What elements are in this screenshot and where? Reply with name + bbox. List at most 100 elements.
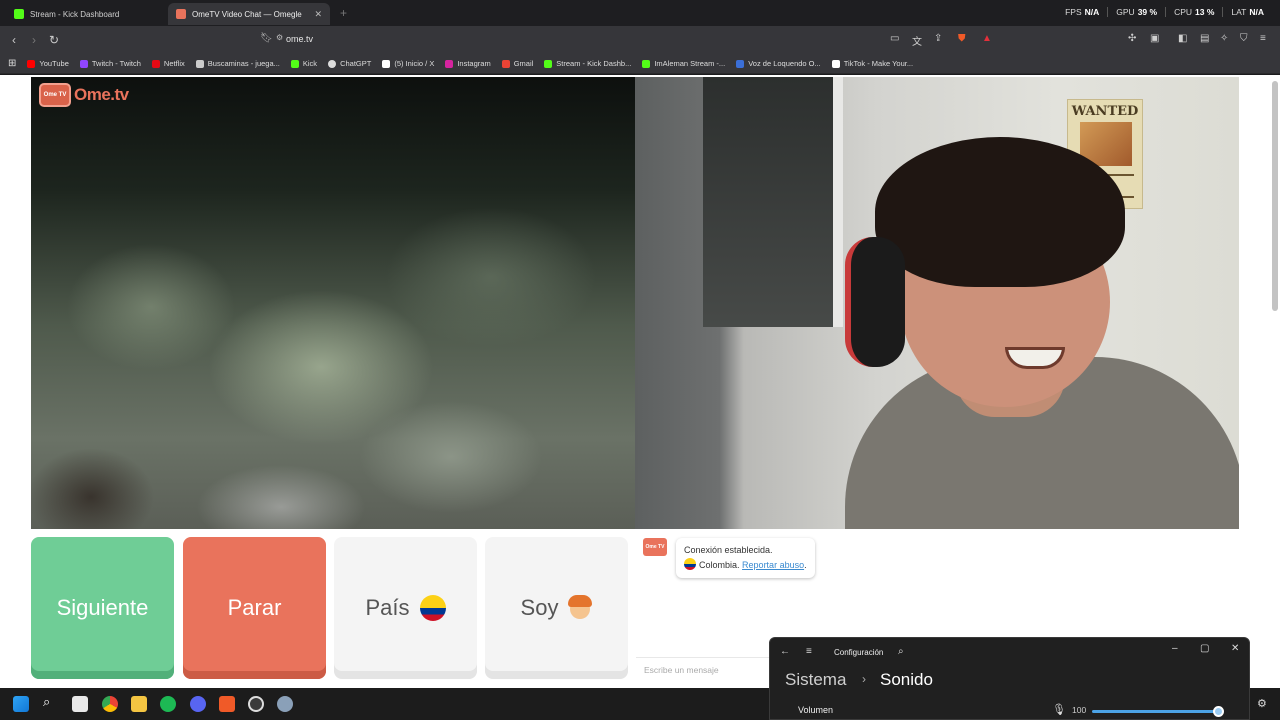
tab-ometv[interactable]: OmeTV Video Chat — Omegle ✕ <box>168 3 330 25</box>
spotify-icon[interactable] <box>160 696 176 712</box>
bookmark-kick-dashboard[interactable]: Stream - Kick Dashb... <box>544 59 631 68</box>
maximize-icon[interactable]: ▢ <box>1200 643 1209 654</box>
boy-emoji-icon <box>568 595 593 621</box>
minimize-icon[interactable]: – <box>1172 643 1178 654</box>
tab-kick-dashboard[interactable]: Stream - Kick Dashboard <box>6 3 168 25</box>
search-icon[interactable]: ⌕ <box>43 694 59 710</box>
brave-icon[interactable] <box>219 696 235 712</box>
bookmark-youtube[interactable]: YouTube <box>27 59 69 68</box>
wallet-icon[interactable]: ▤ <box>1200 33 1209 44</box>
leo-icon[interactable]: ✧ <box>1220 33 1228 44</box>
next-button[interactable]: Siguiente <box>31 537 174 679</box>
cast-icon[interactable]: ▭ <box>890 33 899 44</box>
gmail-icon <box>501 59 510 68</box>
extensions-icon[interactable]: ✣ <box>1128 33 1136 44</box>
ometv-icon <box>176 9 186 19</box>
bookmark-x[interactable]: (5) Inicio / X <box>382 59 434 68</box>
brave-rewards-icon[interactable]: ▲ <box>982 33 992 44</box>
breadcrumb-system[interactable]: Sistema <box>785 670 846 690</box>
youtube-icon <box>27 59 36 68</box>
bookmark-buscaminas[interactable]: Buscaminas - juega... <box>195 59 280 68</box>
bookmark-instagram[interactable]: Instagram <box>445 59 491 68</box>
gpu-stat: GPU 39 % <box>1107 7 1165 17</box>
country-button[interactable]: País <box>334 537 477 679</box>
bookmark-kick[interactable]: Kick <box>290 59 317 68</box>
settings-app-icon[interactable] <box>277 696 293 712</box>
url-field[interactable]: ome.tv <box>286 34 313 44</box>
kick-icon <box>642 59 651 68</box>
bookmark-twitch[interactable]: Twitch - Twitch <box>79 59 141 68</box>
volume-slider[interactable] <box>1092 706 1224 717</box>
translate-icon[interactable]: 文 <box>912 33 922 48</box>
volume-value: 100 <box>1072 705 1087 715</box>
settings-title: Configuración <box>834 648 884 657</box>
chrome-icon[interactable] <box>102 696 118 712</box>
menu-icon[interactable]: ≡ <box>806 646 812 657</box>
country-label: País <box>365 595 410 620</box>
headphones-icon <box>845 237 905 367</box>
logo-text: Ome.tv <box>74 85 129 104</box>
reload-icon[interactable]: ↻ <box>44 33 64 47</box>
instagram-icon <box>445 59 454 68</box>
apps-icon[interactable]: ⊞ <box>8 58 16 69</box>
search-icon[interactable]: ⌕ <box>898 646 904 657</box>
discord-icon[interactable] <box>190 696 206 712</box>
sidebar-icon[interactable]: ▣ <box>1150 33 1159 44</box>
new-tab-button[interactable]: + <box>340 6 347 20</box>
hair <box>875 137 1125 287</box>
microphone-icon[interactable]: 🎙︎ <box>1052 703 1066 716</box>
bookmarks-bar: ⊞ YouTube Twitch - Twitch Netflix Buscam… <box>0 54 1280 74</box>
site-settings-icon[interactable]: ⚙ <box>276 33 283 42</box>
close-icon[interactable]: ✕ <box>1231 643 1239 654</box>
menu-icon[interactable]: ≡ <box>1260 33 1266 44</box>
tray-settings-icon[interactable]: ⚙ <box>1257 697 1273 713</box>
gender-label: Soy <box>520 595 559 620</box>
gender-button[interactable]: Soy <box>485 537 628 679</box>
page-scrollbar[interactable] <box>1272 81 1278 311</box>
panel-icon[interactable]: ◧ <box>1178 33 1187 44</box>
volume-label: Volumen <box>798 705 834 715</box>
tab-title: Stream - Kick Dashboard <box>30 9 120 19</box>
stop-button[interactable]: Parar <box>183 537 326 679</box>
obs-icon[interactable] <box>248 696 264 712</box>
page-title: Sonido <box>880 670 933 689</box>
twitch-icon <box>79 59 88 68</box>
ometv-page: Ome TV Ome.tv WANTED Siguiente Parar Paí… <box>0 75 1280 688</box>
bookmark-chatgpt[interactable]: ChatGPT <box>328 59 371 68</box>
report-abuse-link[interactable]: Reportar abuso <box>742 560 804 570</box>
back-icon[interactable]: ← <box>780 646 790 657</box>
bookmark-netflix[interactable]: Netflix <box>151 59 185 68</box>
bookmark-loquendo[interactable]: Voz de Loquendo O... <box>736 59 821 68</box>
windows-start-icon[interactable] <box>13 696 29 712</box>
vpn-icon[interactable]: ⛉ <box>1240 33 1248 44</box>
back-icon[interactable]: ‹ <box>4 33 24 47</box>
kick-icon <box>290 59 299 68</box>
volume-slider-thumb[interactable] <box>1213 706 1224 717</box>
voice-icon <box>736 59 745 68</box>
lat-stat: LAT N/A <box>1222 7 1272 17</box>
poster-title: WANTED <box>1071 104 1139 119</box>
minesweeper-icon <box>195 59 204 68</box>
bookmark-imaleman[interactable]: ImAleman Stream -... <box>642 59 725 68</box>
message-input[interactable]: Escribe un mensaje <box>636 657 786 679</box>
system-message: Conexión establecida. Colombia. Reportar… <box>676 538 815 578</box>
kick-icon <box>544 59 553 68</box>
tab-title: OmeTV Video Chat — Omegle <box>192 9 302 19</box>
stop-label: Parar <box>227 595 282 620</box>
close-icon[interactable]: ✕ <box>314 9 322 20</box>
ometv-chat-icon: Ome TV <box>643 538 667 556</box>
cpu-stat: CPU 13 % <box>1165 7 1222 17</box>
bookmark-icon[interactable]: 🔖︎ <box>260 33 273 44</box>
fps-stat: FPS N/A <box>1065 7 1100 17</box>
ometv-logo: Ome TV Ome.tv <box>39 83 129 107</box>
next-label: Siguiente <box>56 595 149 620</box>
bookmark-tiktok[interactable]: TikTok - Make Your... <box>831 59 913 68</box>
task-view-icon[interactable] <box>72 696 88 712</box>
brave-shield-icon[interactable]: ⛊ <box>958 33 966 44</box>
bookmark-gmail[interactable]: Gmail <box>501 59 533 68</box>
share-icon[interactable]: ⇪ <box>934 33 942 44</box>
forward-icon[interactable]: › <box>24 33 44 47</box>
file-explorer-icon[interactable] <box>131 696 147 712</box>
colombia-flag-icon <box>684 558 696 570</box>
colombia-flag-icon <box>419 595 446 621</box>
